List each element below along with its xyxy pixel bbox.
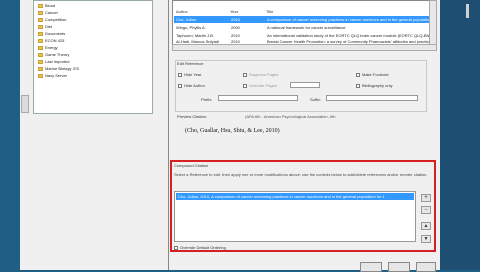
folder-item[interactable]: Navy Server	[38, 73, 67, 79]
folder-icon	[38, 53, 43, 57]
folder-icon	[38, 11, 43, 15]
compound-citation-title: Compound Citation	[174, 163, 209, 168]
prefix-label: Prefix:	[201, 97, 213, 102]
folder-item[interactable]: Diet	[38, 24, 52, 30]
override-ordering-checkbox[interactable]: Override Default Ordering	[174, 245, 226, 250]
preview-label: Preview Citation:	[177, 114, 208, 119]
prefix-field[interactable]	[218, 95, 298, 101]
move-up-button[interactable]: ▲	[421, 222, 431, 230]
compound-list-item[interactable]: Cho, Julian, 2010, A comparison of cance…	[176, 193, 414, 200]
move-down-button[interactable]: ▼	[421, 235, 431, 243]
column-author[interactable]: Author	[176, 9, 188, 15]
hide-year-checkbox[interactable]: Hide Year	[178, 72, 201, 77]
left-scrollbar[interactable]	[21, 95, 29, 113]
override-pages-field[interactable]	[290, 82, 320, 88]
folder-item[interactable]: Competition	[38, 17, 66, 23]
compound-instructions: Select a Reference to edit, then apply o…	[174, 172, 428, 177]
preview-citation: (Cho, Guallar, Hsu, Shiu, & Lee, 2010)	[185, 128, 280, 134]
hide-author-checkbox[interactable]: Hide Author	[178, 83, 205, 88]
help-button[interactable]	[416, 262, 436, 272]
remove-reference-button[interactable]: −	[421, 206, 431, 214]
folder-item[interactable]: Cancer	[38, 10, 58, 16]
suppress-pages-checkbox[interactable]: Suppress Pages	[243, 72, 278, 77]
desktop-background	[440, 0, 480, 270]
suffix-field[interactable]	[326, 95, 418, 101]
suffix-label: Suffix:	[310, 97, 322, 102]
folder-icon	[38, 60, 43, 64]
folder-item[interactable]: Game Theory	[38, 52, 69, 58]
folder-icon	[38, 25, 43, 29]
bibliography-only-checkbox[interactable]: Bibliography only	[356, 83, 392, 88]
table-vertical-scrollbar[interactable]	[429, 0, 437, 45]
column-year[interactable]: Year	[230, 9, 238, 15]
folder-item[interactable]: Marine Biology 370	[38, 66, 79, 72]
folder-icon	[38, 32, 43, 36]
folder-icon	[38, 39, 43, 43]
folder-item[interactable]: ECON 425	[38, 38, 64, 44]
folder-icon	[38, 74, 43, 78]
cancel-button[interactable]	[388, 262, 410, 272]
reference-table[interactable]: Author Year Title Cho, Julian 2010 A com…	[172, 0, 430, 45]
folder-tree[interactable]: Blood Cancer Competition Diet Documents …	[33, 0, 153, 114]
folder-item[interactable]: Energy	[38, 45, 58, 51]
folder-item[interactable]: Blood	[38, 3, 55, 9]
folder-item[interactable]: Last Imported	[38, 59, 69, 65]
table-row[interactable]: Wingo, Phyllis A. 2000 A national framew…	[174, 24, 429, 31]
citation-style-label: (APA 6th - American Psychological Associ…	[245, 114, 336, 119]
override-pages-checkbox[interactable]: Override Pages	[243, 83, 277, 88]
column-title[interactable]: Title	[266, 9, 273, 15]
ok-button[interactable]	[360, 262, 382, 272]
table-row[interactable]: Cho, Julian 2010 A comparison of cancer …	[174, 16, 429, 23]
folder-item[interactable]: Documents	[38, 31, 65, 37]
make-footnote-checkbox[interactable]: Make Footnote	[356, 72, 389, 77]
table-horizontal-scrollbar[interactable]	[172, 44, 437, 51]
folder-icon	[38, 18, 43, 22]
window-scrollbar[interactable]	[466, 4, 469, 18]
folder-icon	[38, 67, 43, 71]
folder-icon	[38, 46, 43, 50]
table-row[interactable]: Taphoorn, Martin J.B. 2010 An internatio…	[174, 32, 429, 39]
add-reference-button[interactable]: +	[421, 194, 431, 202]
folder-icon	[38, 4, 43, 8]
